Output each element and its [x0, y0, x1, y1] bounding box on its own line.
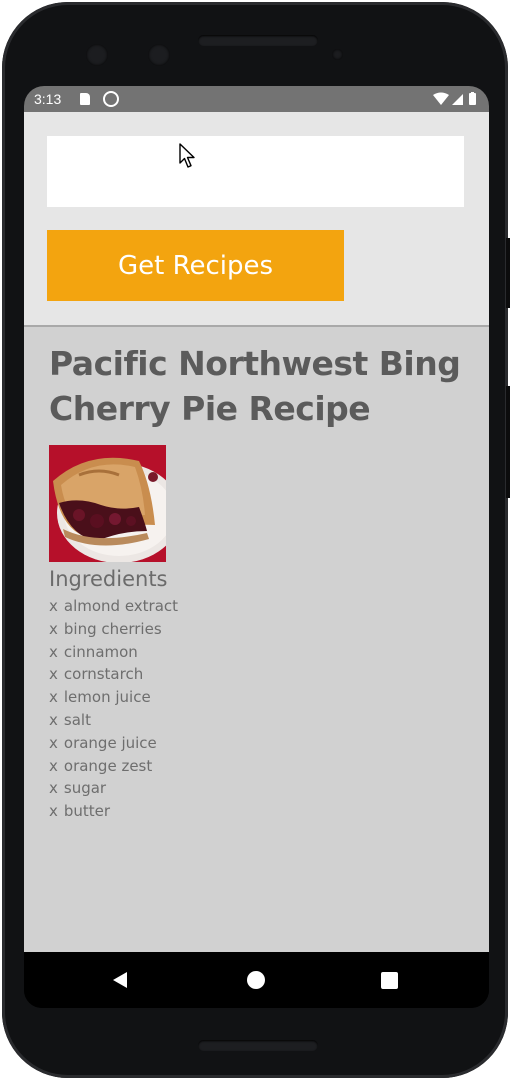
- get-recipes-button[interactable]: Get Recipes: [47, 230, 344, 301]
- ingredient-name: butter: [63, 802, 111, 821]
- list-item: x almond extract: [49, 597, 178, 620]
- ingredient-marker: x: [49, 688, 58, 707]
- ingredient-marker: x: [49, 642, 58, 661]
- ingredient-marker: x: [49, 710, 58, 729]
- ingredient-marker: x: [49, 619, 58, 638]
- ingredient-name: orange zest: [63, 756, 153, 775]
- list-item: x orange zest: [49, 757, 178, 780]
- back-icon[interactable]: [112, 971, 128, 989]
- screen: 3:13 Get Recipes Pacific Northwest Bing …: [24, 86, 489, 1008]
- list-item: x sugar: [49, 779, 178, 802]
- proximity-sensor-icon: [332, 49, 343, 60]
- list-item: x cinnamon: [49, 643, 178, 666]
- recipe-image: [49, 445, 166, 562]
- list-item: x bing cherries: [49, 620, 178, 643]
- ingredient-marker: x: [49, 756, 58, 775]
- signal-icon: [452, 94, 463, 105]
- list-item: x orange juice: [49, 734, 178, 757]
- bottom-speaker: [198, 1040, 318, 1051]
- status-bar: 3:13: [24, 86, 489, 112]
- wifi-icon: [433, 92, 449, 105]
- list-item: x lemon juice: [49, 688, 178, 711]
- front-camera-icon: [86, 44, 108, 66]
- ingredient-marker: x: [49, 802, 58, 821]
- ingredient-marker: x: [49, 779, 58, 798]
- recipe-panel: Pacific Northwest Bing Cherry Pie Recipe: [24, 327, 489, 952]
- app-content: Get Recipes Pacific Northwest Bing Cherr…: [24, 112, 489, 952]
- ingredient-marker: x: [49, 665, 58, 684]
- ingredient-marker: x: [49, 733, 58, 752]
- ingredient-marker: x: [49, 597, 58, 615]
- sd-card-icon: [80, 93, 90, 105]
- ingredient-name: cinnamon: [63, 642, 138, 661]
- cherry-pie-photo-icon: [49, 445, 166, 562]
- ingredient-name: orange juice: [63, 733, 157, 752]
- ingredient-name: almond extract: [63, 597, 179, 615]
- list-item: x cornstarch: [49, 665, 178, 688]
- ingredient-list: x almond extract x bing cherries x cinnamon…: [49, 597, 178, 825]
- ingredient-name: bing cherries: [63, 619, 162, 638]
- battery-icon: [469, 93, 476, 105]
- front-camera-icon: [148, 44, 170, 66]
- earpiece-speaker: [198, 35, 318, 46]
- ingredients-heading: Ingredients: [49, 567, 168, 591]
- recents-icon[interactable]: [381, 972, 398, 989]
- search-panel: Get Recipes: [24, 112, 489, 327]
- list-item: x salt: [49, 711, 178, 734]
- volume-button: [506, 238, 510, 308]
- search-input[interactable]: [47, 136, 464, 207]
- recipe-title: Pacific Northwest Bing Cherry Pie Recipe: [49, 344, 461, 428]
- status-right-icons: [433, 92, 476, 105]
- list-item: x butter: [49, 802, 178, 825]
- ingredient-name: cornstarch: [63, 665, 144, 684]
- home-icon[interactable]: [247, 971, 265, 989]
- ingredient-name: lemon juice: [63, 688, 151, 707]
- ingredient-name: sugar: [63, 779, 107, 798]
- sync-icon: [103, 91, 119, 107]
- navigation-bar: [24, 952, 489, 1008]
- power-button: [506, 386, 510, 498]
- ingredient-name: salt: [63, 710, 91, 729]
- mouse-pointer-icon: [179, 143, 195, 168]
- phone-frame: 3:13 Get Recipes Pacific Northwest Bing …: [2, 2, 510, 1078]
- status-time: 3:13: [34, 91, 62, 107]
